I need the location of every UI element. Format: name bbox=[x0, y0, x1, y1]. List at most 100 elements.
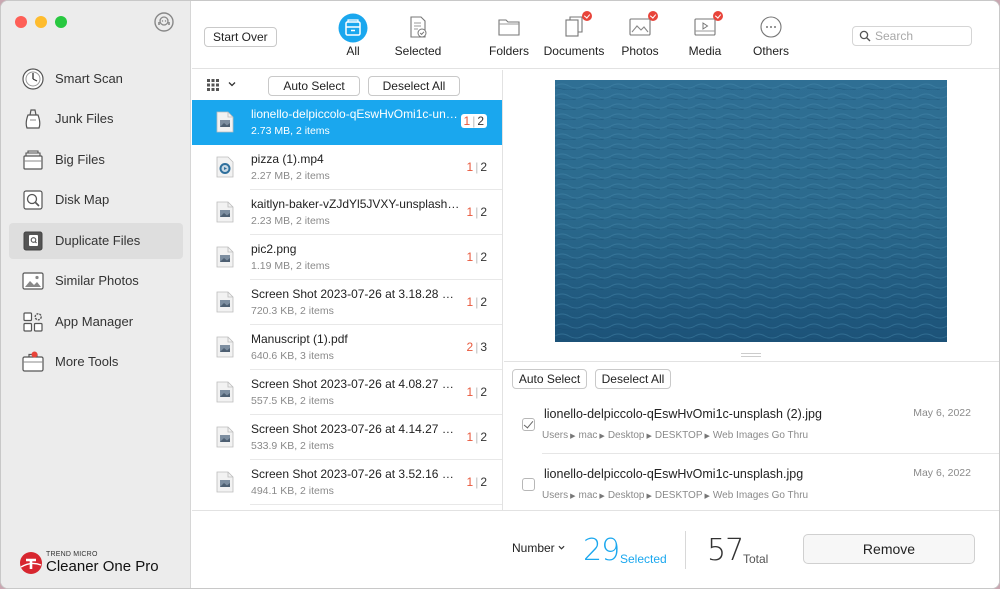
file-name: lionello-delpiccolo-qEswHvOmi1c-unsplash… bbox=[251, 107, 461, 121]
file-group-row[interactable]: Screen Shot 2023-07-26 at 3.18.28 PM.png… bbox=[192, 280, 502, 325]
deselect-all-button[interactable]: Deselect All bbox=[368, 76, 460, 96]
sidebar-item-more-tools[interactable]: More Tools bbox=[9, 344, 183, 380]
path-arrow-icon: ▶ bbox=[599, 493, 605, 500]
path-segment[interactable]: mac bbox=[579, 430, 598, 441]
file-group-row[interactable]: pic2.png 1.19 MB, 2 items 1 | 2 bbox=[192, 235, 502, 280]
window-minimize-button[interactable] bbox=[35, 16, 47, 28]
sidebar-item-app-manager[interactable]: App Manager bbox=[9, 304, 183, 340]
path-segment[interactable]: Desktop bbox=[608, 430, 645, 441]
file-name: Screen Shot 2023-07-26 at 4.08.27 PM.png bbox=[251, 377, 461, 391]
duplicate-count: 1 | 2 bbox=[467, 385, 488, 399]
image-file-icon bbox=[216, 471, 234, 493]
tab-others[interactable]: Others bbox=[736, 9, 806, 65]
count-separator: | bbox=[475, 385, 479, 399]
sidebar-item-label: App Manager bbox=[55, 314, 134, 329]
divider bbox=[685, 531, 686, 569]
tab-all[interactable]: All bbox=[318, 9, 388, 65]
sidebar-item-disk-map[interactable]: Disk Map bbox=[9, 182, 183, 218]
trend-micro-logo-icon bbox=[20, 552, 42, 574]
path-arrow-icon: ▶ bbox=[570, 493, 576, 500]
path-segment[interactable]: Web Images Go Thru bbox=[713, 430, 808, 441]
support-agent-icon[interactable] bbox=[153, 11, 175, 33]
instance-checkbox[interactable] bbox=[522, 418, 535, 431]
file-group-row[interactable]: Manuscript (1).pdf 640.6 KB, 3 items 2 | 3 bbox=[192, 325, 502, 370]
toolbox-icon bbox=[22, 351, 44, 372]
brand-company: TREND MICRO bbox=[46, 551, 98, 558]
total-duplicates: 2 bbox=[480, 385, 487, 399]
sidebar-item-label: Smart Scan bbox=[55, 71, 123, 86]
total-count: 57 bbox=[707, 533, 744, 568]
list-toolbar: Auto Select Deselect All bbox=[192, 70, 502, 100]
path-segment[interactable]: mac bbox=[579, 490, 598, 501]
count-separator: | bbox=[475, 340, 479, 354]
grid-view-icon[interactable] bbox=[206, 78, 220, 92]
tab-selected[interactable]: Selected bbox=[383, 9, 453, 65]
selected-duplicates: 1 bbox=[466, 475, 474, 489]
checked-badge-icon bbox=[713, 11, 723, 21]
path-segment[interactable]: Users bbox=[542, 490, 568, 501]
path-segment[interactable]: Web Images Go Thru bbox=[713, 490, 808, 501]
tab-documents[interactable]: Documents bbox=[539, 9, 609, 65]
tab-photos[interactable]: Photos bbox=[605, 9, 675, 65]
path-segment[interactable]: Desktop bbox=[608, 490, 645, 501]
sidebar: Smart Scan Junk Files Big Files Disk Map… bbox=[1, 1, 191, 588]
tab-label: All bbox=[346, 44, 360, 58]
window-zoom-button[interactable] bbox=[55, 16, 67, 28]
chevron-down-icon[interactable] bbox=[228, 80, 236, 88]
file-group-row[interactable]: Screen Shot 2023-07-26 at 4.08.27 PM.png… bbox=[192, 370, 502, 415]
file-size-meta: 494.1 KB, 2 items bbox=[251, 485, 334, 497]
count-separator: | bbox=[475, 295, 479, 309]
sidebar-item-duplicate-files[interactable]: Duplicate Files bbox=[9, 223, 183, 259]
split-handle[interactable] bbox=[741, 353, 761, 357]
file-group-row[interactable]: pizza (1).mp4 2.27 MB, 2 items 1 | 2 bbox=[192, 145, 502, 190]
image-file-icon bbox=[216, 201, 234, 223]
tab-folders[interactable]: Folders bbox=[474, 9, 544, 65]
total-duplicates: 2 bbox=[480, 160, 487, 174]
trash-bag-icon bbox=[25, 109, 41, 129]
path-segment[interactable]: Users bbox=[542, 430, 568, 441]
search-box[interactable] bbox=[852, 26, 972, 46]
tab-label: Selected bbox=[394, 44, 442, 58]
image-file-icon bbox=[216, 381, 234, 403]
selected-count: 29 bbox=[583, 533, 620, 568]
path-arrow-icon: ▶ bbox=[646, 493, 652, 500]
sort-by-select[interactable]: Number bbox=[512, 541, 565, 555]
auto-select-button[interactable]: Auto Select bbox=[268, 76, 360, 96]
count-separator: | bbox=[475, 205, 479, 219]
tab-media[interactable]: Media bbox=[670, 9, 740, 65]
file-instance-row[interactable]: lionello-delpiccolo-qEswHvOmi1c-unsplash… bbox=[504, 396, 999, 454]
duplicate-count: 1 | 2 bbox=[467, 475, 488, 489]
total-duplicates: 3 bbox=[480, 340, 487, 354]
file-group-row[interactable]: lionello-delpiccolo-qEswHvOmi1c-unsplash… bbox=[192, 100, 502, 145]
count-separator: | bbox=[472, 114, 476, 128]
start-over-button[interactable]: Start Over bbox=[204, 27, 277, 47]
total-count-label: Total bbox=[743, 552, 769, 566]
search-input[interactable] bbox=[875, 29, 969, 43]
tab-label: Documents bbox=[543, 44, 605, 58]
remove-button[interactable]: Remove bbox=[803, 534, 975, 564]
footer: Number 29 Selected 57 Total Remove bbox=[192, 510, 999, 588]
file-size-meta: 533.9 KB, 2 items bbox=[251, 440, 334, 452]
auto-select-button[interactable]: Auto Select bbox=[512, 369, 587, 389]
photo-icon bbox=[22, 272, 44, 290]
duplicate-group-list: Auto Select Deselect All lionello-delpic… bbox=[192, 70, 503, 510]
file-instance-row[interactable]: lionello-delpiccolo-qEswHvOmi1c-unsplash… bbox=[504, 456, 999, 514]
file-group-row[interactable]: Screen Shot 2023-07-26 at 3.52.16 PM.png… bbox=[192, 460, 502, 505]
duplicate-count: 1 | 2 bbox=[467, 205, 488, 219]
instance-checkbox[interactable] bbox=[522, 478, 535, 491]
file-group-row[interactable]: Screen Shot 2023-07-26 at 4.14.27 PM.png… bbox=[192, 415, 502, 460]
count-separator: | bbox=[475, 475, 479, 489]
window-close-button[interactable] bbox=[15, 16, 27, 28]
sidebar-item-junk-files[interactable]: Junk Files bbox=[9, 101, 183, 137]
toolbar: Start Over All Selected Folders Document… bbox=[192, 1, 999, 69]
sidebar-item-big-files[interactable]: Big Files bbox=[9, 142, 183, 178]
file-name: pizza (1).mp4 bbox=[251, 152, 324, 166]
sidebar-item-smart-scan[interactable]: Smart Scan bbox=[9, 61, 183, 97]
deselect-all-button[interactable]: Deselect All bbox=[595, 369, 671, 389]
file-group-row[interactable]: kaitlyn-baker-vZJdYl5JVXY-unsplash (2).j… bbox=[192, 190, 502, 235]
sidebar-item-similar-photos[interactable]: Similar Photos bbox=[9, 263, 183, 299]
notification-badge bbox=[31, 351, 38, 358]
path-segment[interactable]: DESKTOP bbox=[655, 430, 703, 441]
total-duplicates: 2 bbox=[480, 250, 487, 264]
path-segment[interactable]: DESKTOP bbox=[655, 490, 703, 501]
